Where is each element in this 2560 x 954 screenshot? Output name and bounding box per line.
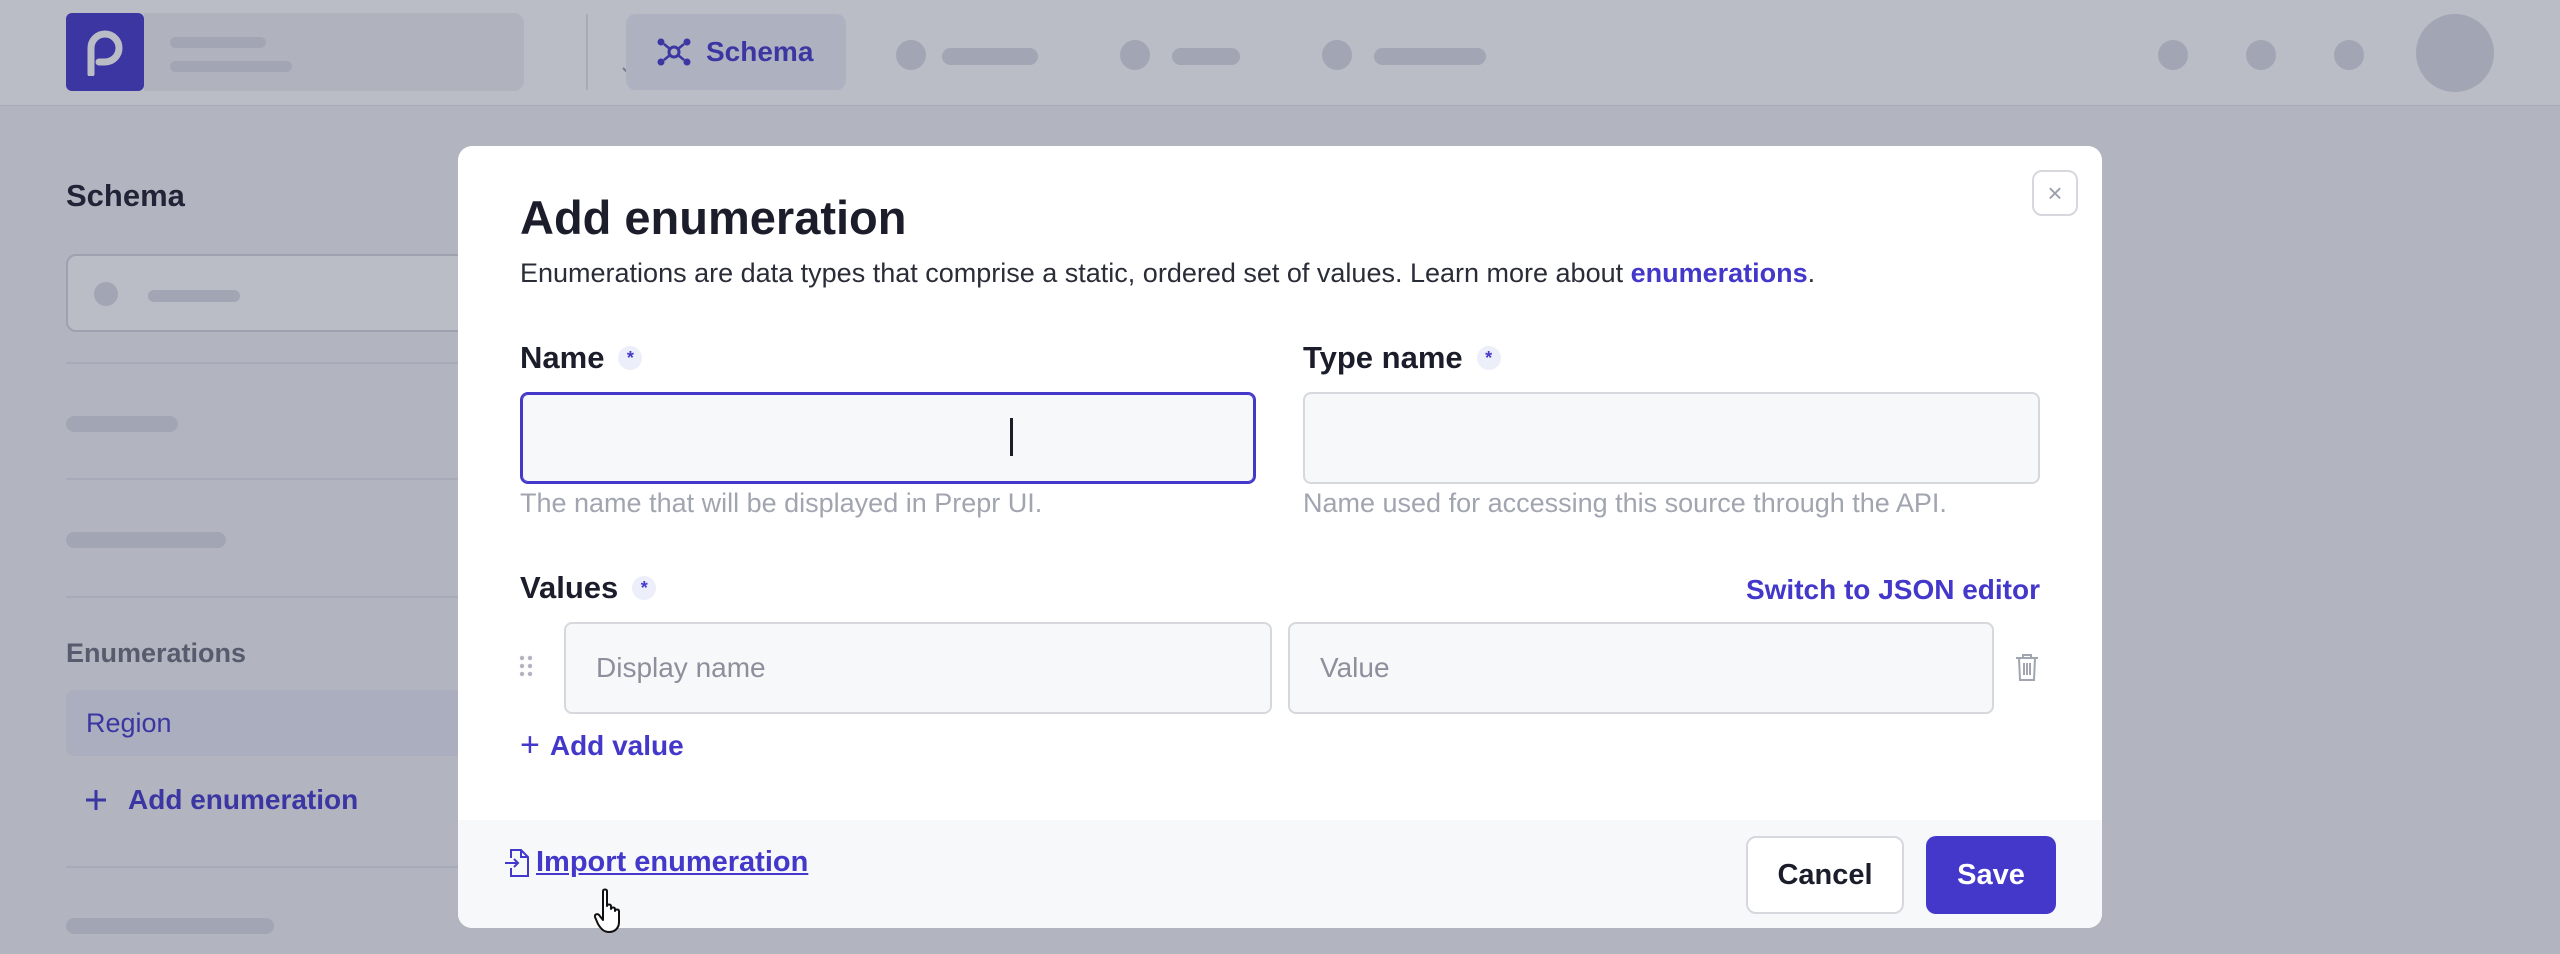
dialog-description-end: . (1807, 258, 1816, 288)
cancel-button[interactable]: Cancel (1746, 836, 1904, 914)
enumerations-docs-link[interactable]: enumerations (1631, 258, 1808, 288)
value-input[interactable] (1288, 622, 1994, 714)
text-caret (1010, 418, 1013, 456)
file-import-icon (505, 848, 529, 877)
add-value-button[interactable]: + Add value (520, 726, 684, 765)
name-hint: The name that will be displayed in Prepr… (520, 488, 1043, 518)
required-marker: * (632, 576, 657, 600)
type-name-hint: Name used for accessing this source thro… (1303, 488, 1947, 518)
hand-pointer-icon (594, 888, 620, 933)
dialog-title: Add enumeration (520, 191, 907, 244)
save-button[interactable]: Save (1926, 836, 2056, 914)
type-name-label: Type name * (1303, 340, 1501, 376)
dialog-footer: Import enumeration Cancel Save (458, 820, 2102, 928)
name-label-text: Name (520, 340, 605, 375)
display-name-input[interactable] (564, 622, 1272, 714)
trash-icon[interactable] (2014, 652, 2040, 682)
close-icon: × (2047, 177, 2063, 208)
switch-to-json-editor-link[interactable]: Switch to JSON editor (1746, 574, 2040, 606)
dialog-description: Enumerations are data types that compris… (520, 258, 1815, 289)
values-label: Values * (520, 570, 657, 606)
import-enumeration-link[interactable]: Import enumeration (504, 846, 808, 879)
import-enumeration-label: Import enumeration (536, 846, 809, 878)
add-enumeration-dialog: × Add enumeration Enumerations are data … (458, 146, 2102, 928)
type-name-label-text: Type name (1303, 340, 1463, 375)
dialog-description-text: Enumerations are data types that compris… (520, 258, 1631, 288)
values-label-text: Values (520, 570, 619, 605)
name-label: Name * (520, 340, 643, 376)
required-marker: * (618, 346, 643, 370)
add-value-label: Add value (549, 729, 684, 761)
plus-icon: + (520, 726, 540, 764)
required-marker: * (1476, 346, 1501, 370)
type-name-input[interactable] (1303, 392, 2040, 484)
name-input[interactable] (520, 392, 1256, 484)
drag-handle-icon[interactable] (518, 654, 534, 678)
close-button[interactable]: × (2032, 170, 2078, 216)
